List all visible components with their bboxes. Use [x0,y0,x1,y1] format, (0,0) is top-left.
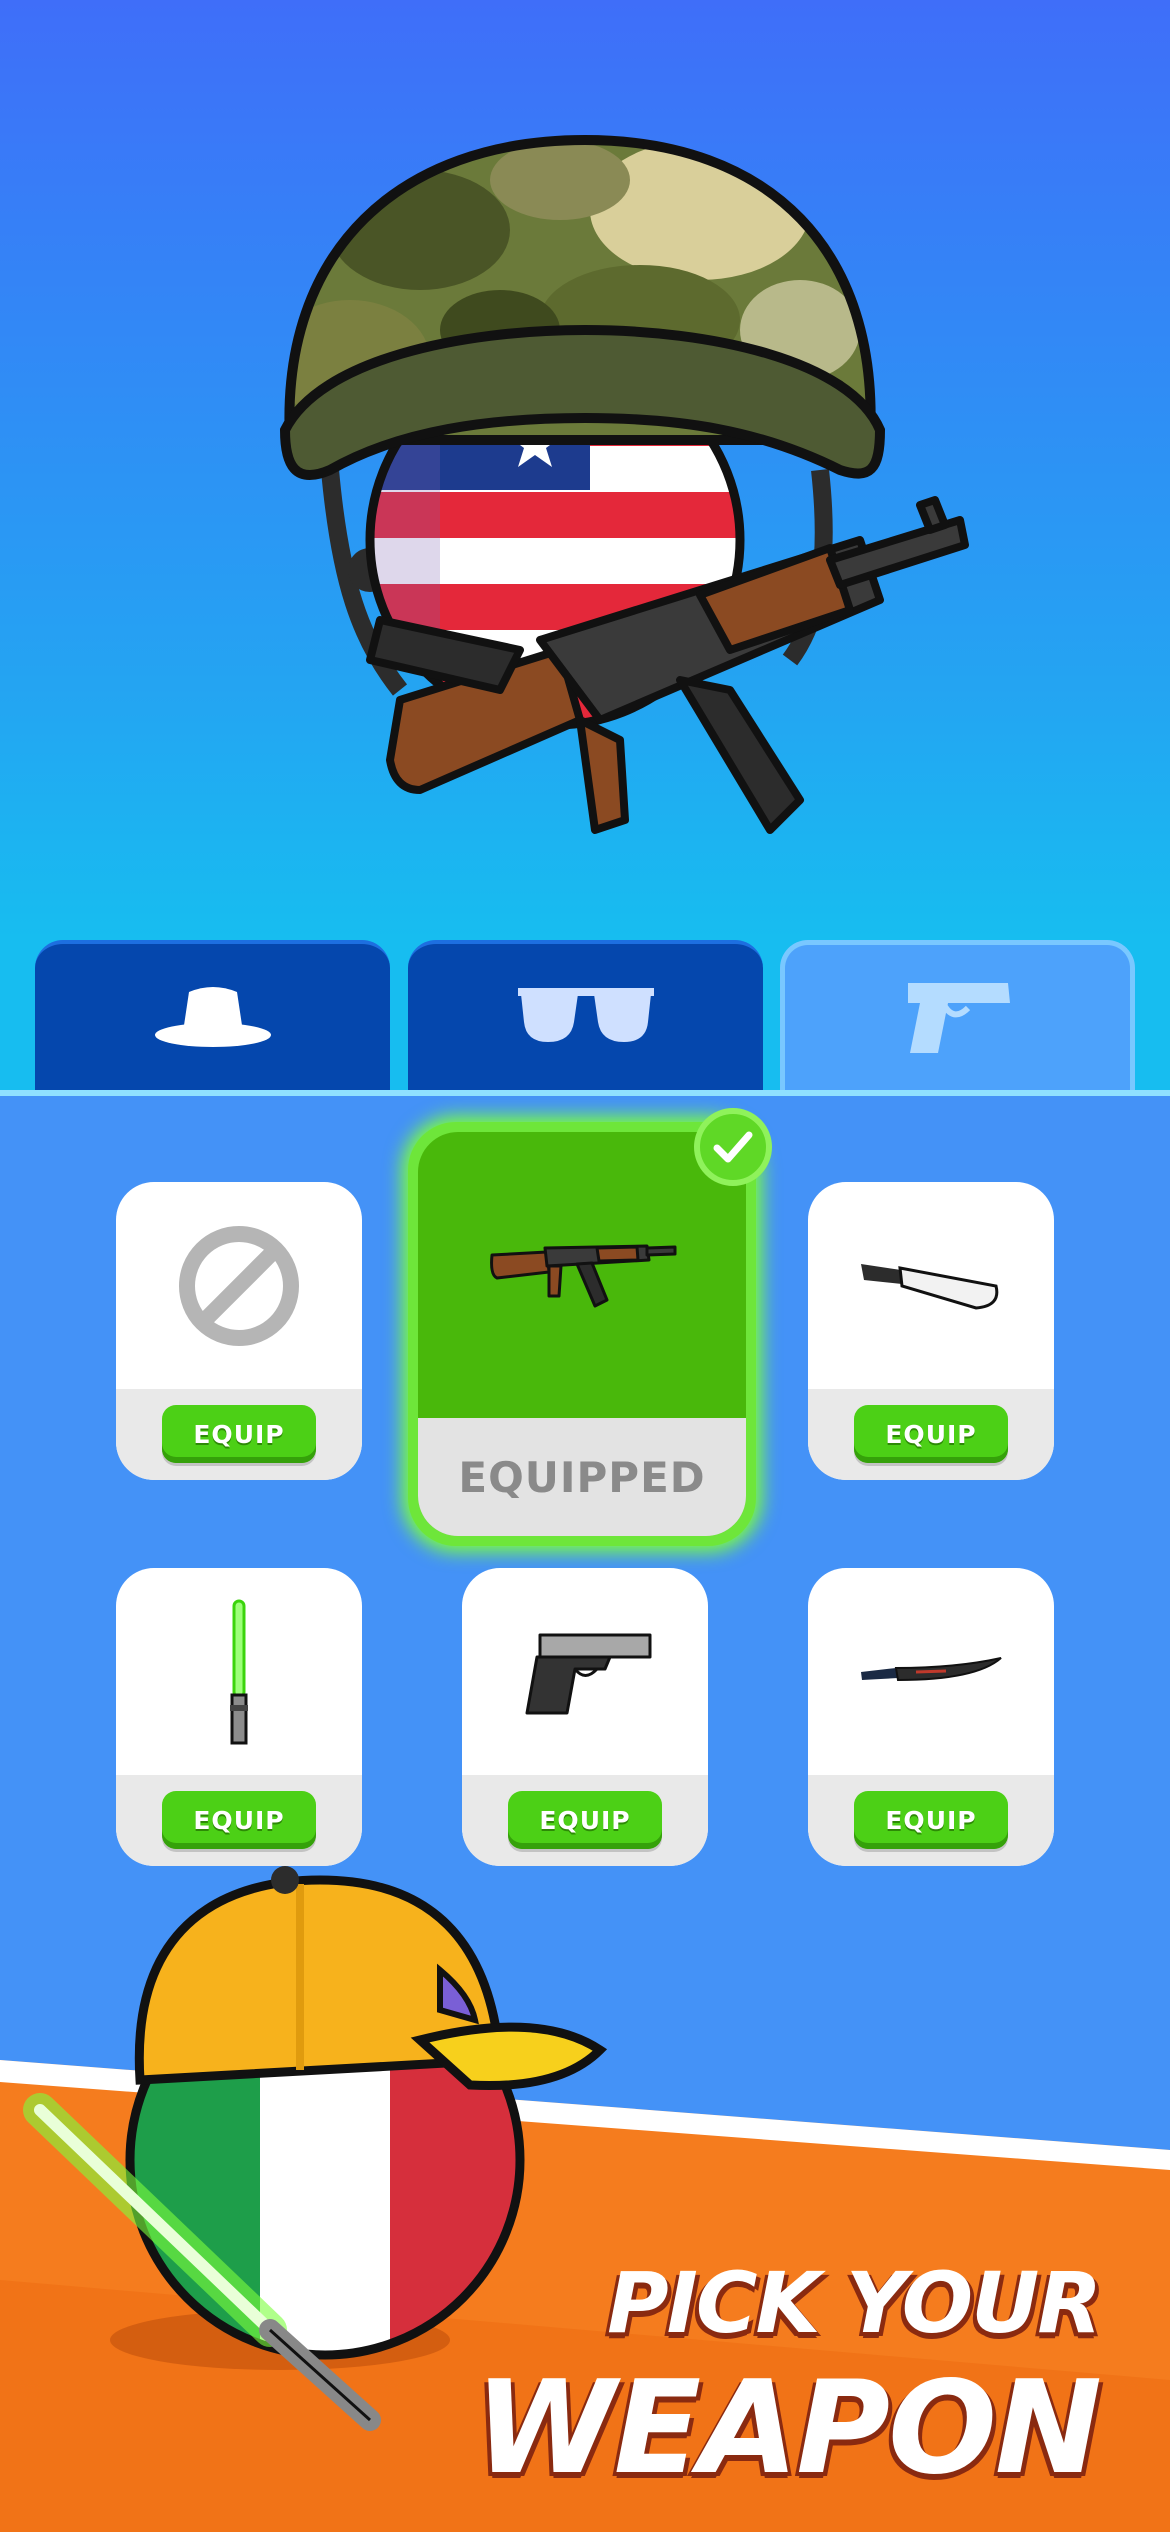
equip-button[interactable]: EQUIP [508,1791,662,1849]
item-card-machete[interactable]: EQUIP [808,1182,1054,1480]
item-card-pistol[interactable]: EQUIP [462,1568,708,1866]
glasses-tab[interactable] [408,940,763,1090]
item-card-lightsaber[interactable]: EQUIP [116,1568,362,1866]
none-icon [179,1225,299,1346]
promo-line-2: WEAPON [474,2354,1102,2503]
pistol-icon [525,1633,652,1714]
hat-tab[interactable] [35,940,390,1090]
weapon-tab[interactable] [780,940,1135,1090]
hero-character [279,134,969,834]
equip-button[interactable]: EQUIP [162,1791,316,1849]
equip-button[interactable]: EQUIP [854,1405,1008,1463]
sunglasses-icon [517,988,654,1042]
category-tabs [0,940,1170,1090]
machete-icon [861,1263,999,1310]
item-card-curved-knife[interactable]: EQUIP [808,1568,1054,1866]
item-card-ak-rifle[interactable]: EQUIPPED [408,1122,756,1546]
curved-knife-icon [861,1656,1002,1681]
ak-rifle-icon [490,1244,677,1308]
pistol-icon [907,982,1010,1053]
check-icon [694,1108,772,1186]
hat-icon [154,987,271,1047]
promo-line-1: PICK YOUR [607,2254,1102,2352]
equipped-label: EQUIPPED [418,1418,746,1536]
lightsaber-icon [230,1599,248,1744]
equip-button[interactable]: EQUIP [854,1791,1008,1849]
equip-button[interactable]: EQUIP [162,1405,316,1463]
item-card-none[interactable]: EQUIP [116,1182,362,1480]
